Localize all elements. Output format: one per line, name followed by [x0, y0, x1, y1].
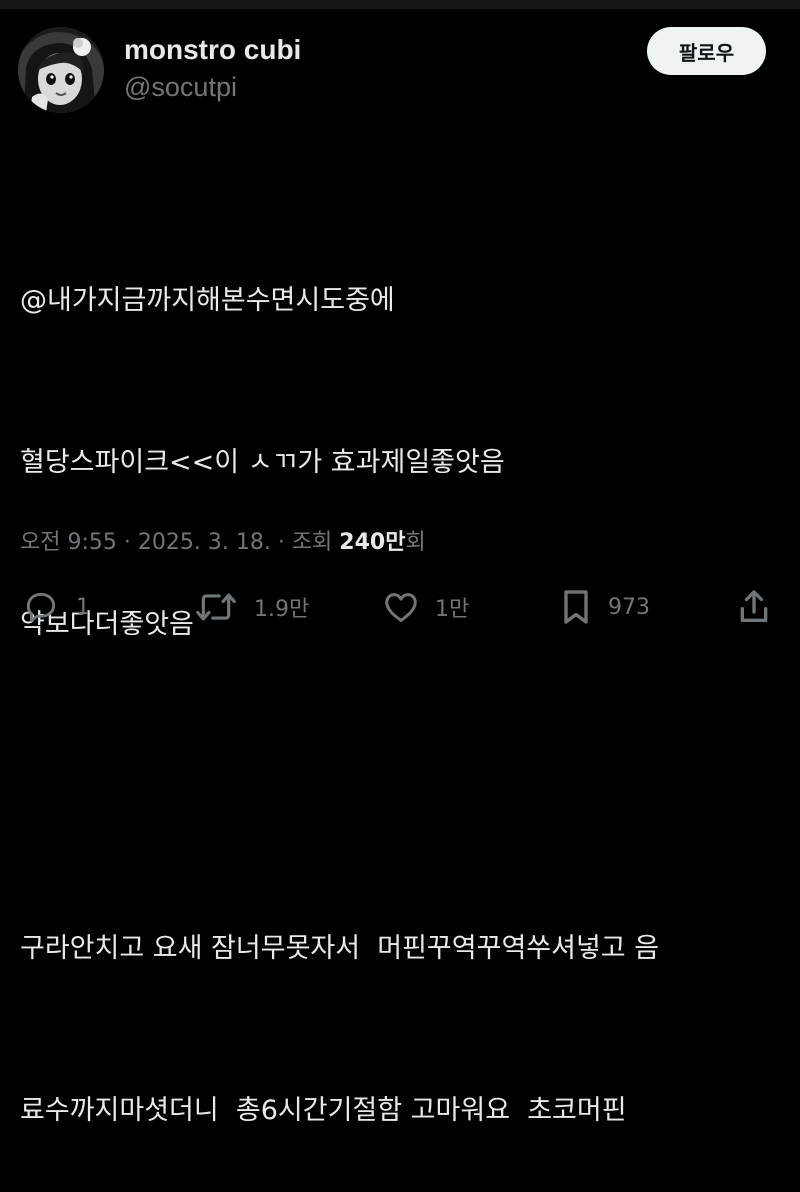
tweet-line: @내가지금까지해본수면시도중에 [20, 285, 395, 316]
share-button[interactable] [736, 585, 772, 629]
heart-icon [381, 588, 421, 626]
like-button[interactable]: 1만 [381, 585, 469, 629]
reply-count: 1 [76, 594, 90, 620]
reply-button[interactable]: 1 [20, 585, 90, 629]
reply-icon [20, 588, 62, 626]
tweet-time[interactable]: 오전 9:55 [20, 530, 117, 555]
tweet-line: 료수까지마셧더니 총6시간기절함 고마워요 초코머핀 [20, 1095, 627, 1126]
bookmark-icon [558, 587, 594, 627]
meta-separator: · [270, 530, 292, 555]
retweet-count: 1.9만 [254, 597, 310, 622]
tweet-line: 혈당스파이크<<이 ㅅㄲ가 효과제일좋앗음 [20, 447, 505, 478]
author-display-name[interactable]: monstro cubi [124, 34, 301, 66]
tweet-meta: 오전 9:55 · 2025. 3. 18. · 조회 240만회 [20, 524, 426, 556]
like-count: 1만 [435, 597, 470, 622]
author-handle[interactable]: @socutpi [124, 72, 237, 103]
tweet-line: 구라안치고 요새 잠너무못자서 머핀꾸역꾸역쑤셔넣고 음 [20, 933, 660, 964]
views-label: 조회 [291, 530, 340, 555]
tweet-text: @내가지금까지해본수면시도중에 혈당스파이크<<이 ㅅㄲ가 효과제일좋앗음 약보… [20, 166, 790, 1192]
views-count: 240만 [339, 530, 406, 555]
top-divider [0, 0, 800, 9]
meta-separator: · [116, 530, 138, 555]
follow-button[interactable]: 팔로우 [647, 27, 766, 75]
bookmark-button[interactable]: 973 [558, 585, 650, 629]
tweet-line [20, 760, 790, 814]
views-suffix: 회 [405, 530, 426, 555]
avatar[interactable] [18, 27, 104, 113]
avatar-image [18, 27, 104, 113]
share-icon [736, 587, 772, 627]
retweet-button[interactable]: 1.9만 [192, 585, 309, 629]
tweet-date[interactable]: 2025. 3. 18. [138, 530, 271, 555]
bookmark-count: 973 [608, 594, 650, 620]
retweet-icon [192, 588, 240, 626]
